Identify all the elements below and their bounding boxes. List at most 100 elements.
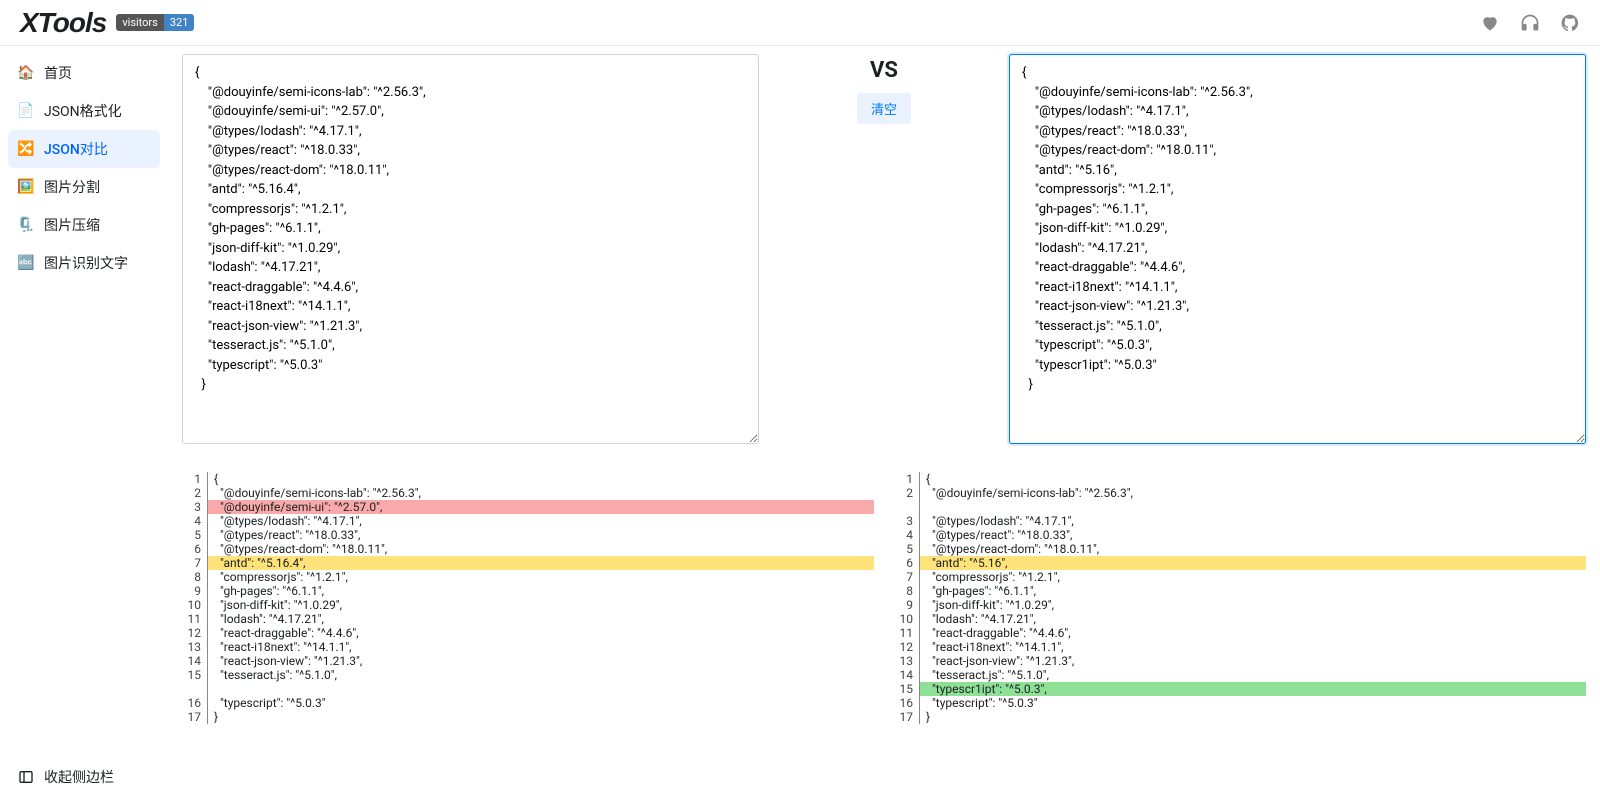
layout: 🏠首页📄JSON格式化 🔀 JSON对比 🖼️ 图片分割 🗜️ 图片压缩 🔤图片识别文字 收起… [0,46,1600,805]
diff-line: { [208,472,874,486]
diff-line: } [208,710,874,724]
diff-line-number: 4 [894,528,913,542]
diff-gutter-left: 1234567891011121314151617 [182,472,208,724]
left-json-textarea[interactable] [182,54,759,444]
diff-line: "json-diff-kit": "^1.0.29", [920,598,1586,612]
sidebar-item-label: 图片分割 [44,177,100,197]
sidebar-item-label: JSON对比 [44,139,108,159]
diff-line-number: 15 [894,682,913,696]
diff-line-number: 6 [894,556,913,570]
diff-line-number: 10 [182,598,201,612]
diff-line: "typescript": "^5.0.3" [208,696,874,710]
github-icon[interactable] [1560,13,1580,33]
diff-line: "@types/react": "^18.0.33", [920,528,1586,542]
diff-line: } [920,710,1586,724]
diff-line-number: 11 [182,612,201,626]
right-textarea-wrap [1009,54,1586,448]
header-right [1480,13,1580,33]
sidebar: 🏠首页📄JSON格式化 🔀 JSON对比 🖼️ 图片分割 🗜️ 图片压缩 🔤图片识别文字 收起… [0,46,168,805]
diff-line: "json-diff-kit": "^1.0.29", [208,598,874,612]
sidebar-item-3[interactable]: 🖼️ 图片分割 [8,168,160,206]
diff-line: "antd": "^5.16.4", [208,556,874,570]
headset-icon[interactable] [1520,13,1540,33]
header: XTools visitors 321 [0,0,1600,46]
diff-line: "compressorjs": "^1.2.1", [208,570,874,584]
diff-line-number [182,682,201,696]
diff-line-number: 17 [182,710,201,724]
diff-line-number: 12 [894,640,913,654]
diff-line-number: 6 [182,542,201,556]
sidebar-item-0[interactable]: 🏠首页 [8,54,160,92]
diff-line-number: 9 [182,584,201,598]
diff-line [208,682,874,696]
left-textarea-wrap [182,54,759,448]
sidebar-item-1[interactable]: 📄JSON格式化 [8,92,160,130]
diff-line-number: 8 [182,570,201,584]
diff-line: "@types/lodash": "^4.17.1", [920,514,1586,528]
heart-icon[interactable] [1480,13,1500,33]
sidebar-item-icon: 🖼️ [18,179,34,195]
sidebar-item-5[interactable]: 🔤图片识别文字 [8,244,160,282]
diff-line-number: 7 [894,570,913,584]
diff-line: "gh-pages": "^6.1.1", [208,584,874,598]
diff-line: "react-json-view": "^1.21.3", [208,654,874,668]
diff-line: "@douyinfe/semi-icons-lab": "^2.56.3", [920,486,1586,500]
collapse-sidebar-label: 收起侧边栏 [44,767,114,787]
diff-line-number: 8 [894,584,913,598]
diff-line: "react-i18next": "^14.1.1", [920,640,1586,654]
diff-line: "react-json-view": "^1.21.3", [920,654,1586,668]
diff-panel-right: 1234567891011121314151617 { "@douyinfe/s… [894,472,1586,724]
diff-line-number: 15 [182,668,201,682]
diff-line: "@douyinfe/semi-ui": "^2.57.0", [208,500,874,514]
diff-line: "lodash": "^4.17.21", [920,612,1586,626]
sidebar-item-icon: 🔀 [18,141,34,157]
diff-line: "typescr1ipt": "^5.0.3", [920,682,1586,696]
visitors-badge-label: visitors [116,14,164,31]
diff-line-number: 2 [182,486,201,500]
diff-line: "react-i18next": "^14.1.1", [208,640,874,654]
logo[interactable]: XTools [20,7,106,39]
diff-line-number: 17 [894,710,913,724]
diff-line: "@douyinfe/semi-icons-lab": "^2.56.3", [208,486,874,500]
diff-code-left: { "@douyinfe/semi-icons-lab": "^2.56.3",… [208,472,874,724]
right-json-textarea[interactable] [1009,54,1586,444]
diff-line: "typescript": "^5.0.3" [920,696,1586,710]
diff-line: "react-draggable": "^4.4.6", [920,626,1586,640]
diff-line-number: 2 [894,486,913,500]
diff-line-number: 1 [894,472,913,486]
diff-line-number [894,500,913,514]
diff-line-number: 14 [182,654,201,668]
diff-line: { [920,472,1586,486]
diff-line-number: 14 [894,668,913,682]
collapse-sidebar-button[interactable]: 收起侧边栏 [8,757,160,797]
diff-line-number: 9 [894,598,913,612]
diff-line: "tesseract.js": "^5.1.0", [208,668,874,682]
diff-line-number: 5 [894,542,913,556]
visitors-badge: visitors 321 [116,14,194,31]
diff-line-number: 16 [182,696,201,710]
diff-line-number: 12 [182,626,201,640]
sidebar-item-icon: 🗜️ [18,217,34,233]
sidebar-item-icon: 🏠 [18,65,34,81]
nav: 🏠首页📄JSON格式化 🔀 JSON对比 🖼️ 图片分割 🗜️ 图片压缩 🔤图片识别文字 [8,54,160,757]
diff-line-number: 3 [182,500,201,514]
diff-row: 1234567891011121314151617 { "@douyinfe/s… [182,472,1586,724]
diff-line-number: 11 [894,626,913,640]
diff-line-number: 5 [182,528,201,542]
middle-column: VS 清空 [759,54,1009,124]
diff-line-number: 10 [894,612,913,626]
clear-button[interactable]: 清空 [857,93,911,124]
visitors-badge-count: 321 [164,14,195,31]
sidebar-item-4[interactable]: 🗜️ 图片压缩 [8,206,160,244]
diff-code-right: { "@douyinfe/semi-icons-lab": "^2.56.3",… [920,472,1586,724]
diff-line: "@types/react-dom": "^18.0.11", [208,542,874,556]
sidebar-item-label: 图片压缩 [44,215,100,235]
diff-line-number: 7 [182,556,201,570]
sidebar-item-label: 图片识别文字 [44,253,128,273]
diff-gutter-right: 1234567891011121314151617 [894,472,920,724]
diff-line: "@types/react-dom": "^18.0.11", [920,542,1586,556]
diff-panel-left: 1234567891011121314151617 { "@douyinfe/s… [182,472,874,724]
diff-line-number: 1 [182,472,201,486]
diff-line: "tesseract.js": "^5.1.0", [920,668,1586,682]
sidebar-item-2[interactable]: 🔀 JSON对比 [8,130,160,168]
